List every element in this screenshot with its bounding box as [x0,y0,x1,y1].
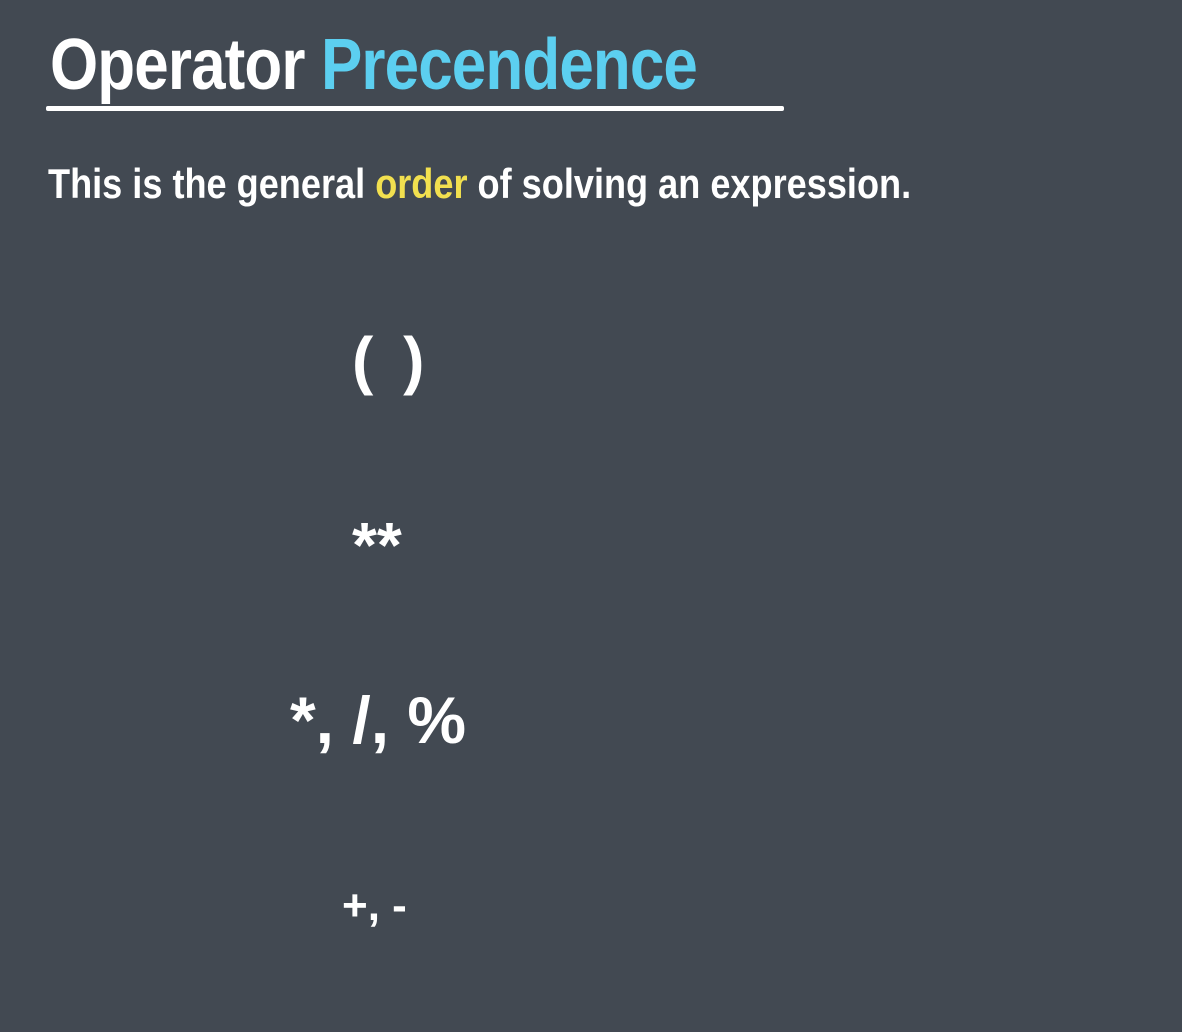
slide-title: Operator Precendence [50,20,698,110]
subtitle-text-end: of solving an expression. [467,160,912,207]
title-word-precedence: Precendence [320,25,698,105]
title-underline [46,106,784,111]
precedence-level-additive: +, - [342,881,407,930]
subtitle-text-start: This is the general [48,160,376,207]
precedence-level-parentheses: ( ) [352,324,431,396]
precedence-level-exponent: ** [352,509,402,581]
slide-subtitle: This is the general order of solving an … [48,158,911,210]
precedence-level-multiplicative: *, /, % [290,683,467,757]
title-word-operator: Operator [50,25,305,105]
slide: Operator Precendence This is the general… [0,0,1182,1032]
subtitle-highlight: order [375,160,468,207]
